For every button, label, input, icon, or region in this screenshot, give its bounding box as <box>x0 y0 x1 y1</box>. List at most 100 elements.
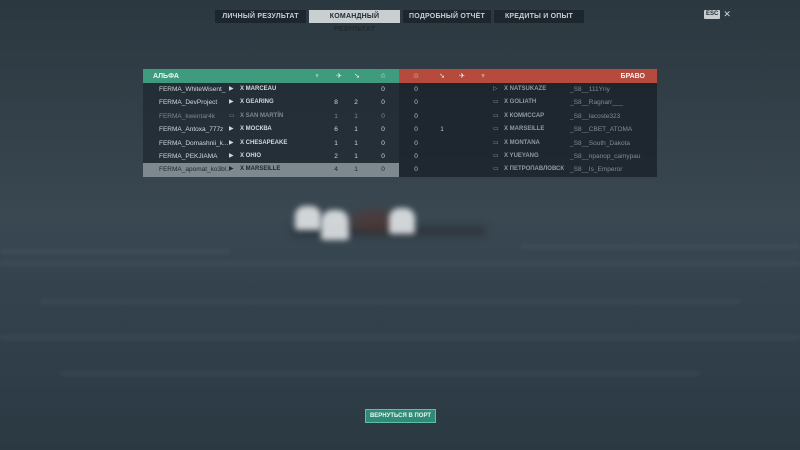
stat-value: 0 <box>414 126 418 134</box>
team-alpha-name: АЛЬФА <box>153 72 179 80</box>
player-row[interactable]: FERMA_Domashnii_k... ▶ X CHESAPEAKE 1 1 … <box>143 137 399 150</box>
player-row[interactable]: FERMA_Antoxa_777z ▶ X МОСКВА 6 1 0 <box>143 123 399 136</box>
player-name: _S8__South_Dakota <box>570 139 630 147</box>
tab-detailed-report[interactable]: ПОДРОБНЫЙ ОТЧЁТ <box>403 10 491 23</box>
destroyer-class-icon: ▶ <box>229 99 234 106</box>
player-row[interactable]: 0 ▭ X КОМИССАР _S8__lacoste323 <box>399 110 657 123</box>
ship-name: X MONTANA <box>504 139 540 146</box>
battleship-class-icon: ▭ <box>493 166 499 173</box>
result-tabs: ЛИЧНЫЙ РЕЗУЛЬТАТ КОМАНДНЫЙ РЕЗУЛЬТАТ ПОД… <box>215 10 584 33</box>
player-row[interactable]: FERMA_WhiteWisent_ ▶ X MARCEAU 0 <box>143 83 399 96</box>
cruiser-class-icon: ▭ <box>493 99 499 106</box>
corner-controls: ESC ✕ <box>704 10 731 19</box>
esc-key-hint: ESC <box>704 10 721 19</box>
player-name: _S8__lacoste323 <box>570 112 621 120</box>
ship-name: X GOLIATH <box>504 99 537 106</box>
destroyer-class-icon: ▷ <box>493 86 498 92</box>
stat-value: 0 <box>381 112 385 120</box>
player-name: FERMA_kwentar4k <box>159 112 215 120</box>
player-row[interactable]: 0 ▭ X MONTANA _S8__South_Dakota <box>399 137 657 150</box>
cruiser-class-icon: ▭ <box>493 112 499 119</box>
ship-name: X GEARING <box>240 99 274 106</box>
background-ships <box>285 198 490 248</box>
team-bravo-name: БРАВО <box>620 72 645 80</box>
cruiser-class-icon: ▶ <box>229 166 234 173</box>
player-name: _S8__npanop_camypau <box>570 152 641 160</box>
cruiser-class-icon: ▶ <box>229 126 234 133</box>
return-to-port-button[interactable]: ВЕРНУТЬСЯ В ПОРТ <box>365 409 436 423</box>
stat-value: 0 <box>414 112 418 120</box>
ship-name: X MARCEAU <box>240 86 277 92</box>
stat-value: 6 <box>334 126 338 134</box>
stat-value: 0 <box>381 126 385 134</box>
stat-value: 0 <box>414 152 418 160</box>
player-name: FERMA_DevProject <box>159 99 218 107</box>
stat-value: 0 <box>414 166 418 174</box>
ship-name: X SAN MARTÍN <box>240 112 284 119</box>
player-row[interactable]: FERMA_PEKJIAMA ▶ X OHIO 2 1 0 <box>143 150 399 163</box>
stat-value: 1 <box>354 152 358 160</box>
battleship-class-icon: ▶ <box>229 152 234 159</box>
tab-credits-xp[interactable]: КРЕДИТЫ И ОПЫТ <box>494 10 584 23</box>
stat-value: 0 <box>381 139 385 147</box>
stat-value: 0 <box>414 139 418 147</box>
torpedo-icon: ➘ <box>354 73 360 80</box>
player-name: FERMA_PEKJIAMA <box>159 152 218 160</box>
planes-icon: ✈ <box>336 73 342 80</box>
laurel-icon: ♆ <box>480 72 486 80</box>
player-name: FERMA_Antoxa_777z <box>159 126 224 134</box>
scoreboard: АЛЬФА ♆ ✈ ➘ ☆ ☆ ➘ ✈ ♆ БРАВО FERMA_WhiteW… <box>143 69 657 177</box>
player-name: _S8__111Yny <box>570 86 610 93</box>
destroyer-class-icon: ▭ <box>493 152 499 159</box>
stat-value: 1 <box>440 126 444 134</box>
stat-value: 0 <box>381 99 385 107</box>
team-alpha-header: АЛЬФА ♆ ✈ ➘ ☆ <box>143 69 399 83</box>
stat-value: 1 <box>334 112 338 120</box>
stat-value: 0 <box>414 86 418 93</box>
player-row[interactable]: FERMA_kwentar4k ▭ X SAN MARTÍN 1 1 0 <box>143 110 399 123</box>
ship-name: X МОСКВА <box>240 126 272 133</box>
ship-name: X ПЕТРОПАВЛОВСК <box>504 166 565 173</box>
cruiser-class-icon: ▶ <box>229 86 234 92</box>
ship-name: X MARSEILLE <box>240 166 281 173</box>
player-name: FERMA_Domashnii_k... <box>159 139 229 147</box>
torpedo-icon: ➘ <box>439 73 445 80</box>
team-bravo-list: 0 ▷ X NATSUKAZE _S8__111Yny 0 ▭ X GOLIAT… <box>399 83 657 177</box>
stat-value: 0 <box>381 86 385 93</box>
player-name: _S8__Ragnarr___ <box>570 99 624 107</box>
ship-name: X КОМИССАР <box>504 112 545 119</box>
player-row[interactable]: 0 ▭ X YUEYANG _S8__npanop_camypau <box>399 150 657 163</box>
close-icon[interactable]: ✕ <box>723 10 731 19</box>
star-icon: ☆ <box>379 73 387 80</box>
stat-value: 0 <box>381 152 385 160</box>
stat-value: 1 <box>354 126 358 134</box>
player-row-current[interactable]: FERMA_apomat_ko3bl... ▶ X MARSEILLE 4 1 … <box>143 163 399 177</box>
scoreboard-header: АЛЬФА ♆ ✈ ➘ ☆ ☆ ➘ ✈ ♆ БРАВО <box>143 69 657 83</box>
star-icon: ☆ <box>412 73 420 80</box>
carrier-class-icon: ▭ <box>229 112 235 119</box>
laurel-icon: ♆ <box>314 72 320 80</box>
stat-value: 0 <box>414 99 418 107</box>
ship-name: X NATSUKAZE <box>504 86 547 92</box>
tab-team-result[interactable]: КОМАНДНЫЙ РЕЗУЛЬТАТ <box>309 10 400 33</box>
player-row[interactable]: 0 ▭ X ПЕТРОПАВЛОВСК _S8__Is_Emperor <box>399 163 657 176</box>
stat-value: 0 <box>381 166 385 174</box>
stat-value: 8 <box>334 99 338 107</box>
player-row[interactable]: 0 1 ▭ X MARSEILLE _S8__CBET_ATOMA <box>399 123 657 136</box>
team-alpha-list: FERMA_WhiteWisent_ ▶ X MARCEAU 0 FERMA_D… <box>143 83 399 177</box>
team-bravo-header: ☆ ➘ ✈ ♆ БРАВО <box>399 69 657 83</box>
stat-value: 2 <box>334 152 338 160</box>
player-name: _S8__Is_Emperor <box>570 166 623 174</box>
ship-name: X YUEYANG <box>504 152 539 159</box>
stat-value: 1 <box>354 166 358 174</box>
battleship-class-icon: ▶ <box>229 139 234 146</box>
stat-value: 1 <box>354 112 358 120</box>
player-row[interactable]: 0 ▭ X GOLIATH _S8__Ragnarr___ <box>399 96 657 109</box>
player-row[interactable]: 0 ▷ X NATSUKAZE _S8__111Yny <box>399 83 657 96</box>
battleship-class-icon: ▭ <box>493 139 499 146</box>
stat-value: 1 <box>334 139 338 147</box>
stat-value: 1 <box>354 139 358 147</box>
ship-name: X OHIO <box>240 152 262 159</box>
player-row[interactable]: FERMA_DevProject ▶ X GEARING 8 2 0 <box>143 96 399 109</box>
tab-personal-result[interactable]: ЛИЧНЫЙ РЕЗУЛЬТАТ <box>215 10 306 23</box>
